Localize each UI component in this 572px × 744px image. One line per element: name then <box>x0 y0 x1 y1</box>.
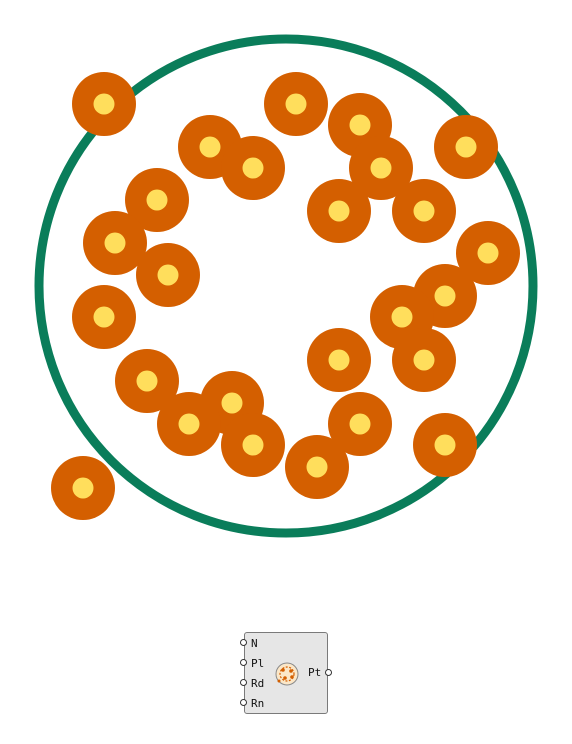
input-label-rn: Rn <box>251 697 265 710</box>
point-marker-inner <box>104 232 126 254</box>
point-marker-inner <box>93 306 115 328</box>
point-marker-inner <box>146 189 168 211</box>
point-marker-inner <box>413 200 435 222</box>
point-marker-inner <box>157 264 179 286</box>
input-grip-pl[interactable] <box>240 659 247 666</box>
point-marker-inner <box>349 413 371 435</box>
input-label-rd: Rd <box>251 677 265 690</box>
point-marker-inner <box>455 136 477 158</box>
point-marker-inner <box>72 477 94 499</box>
input-grip-n[interactable] <box>240 639 247 646</box>
input-grip-rd[interactable] <box>240 679 247 686</box>
point-marker-inner <box>242 434 264 456</box>
point-marker-inner <box>93 93 115 115</box>
input-grip-rn[interactable] <box>240 699 247 706</box>
point-marker-inner <box>434 434 456 456</box>
random-points <box>51 72 520 520</box>
output-label-pt: Pt <box>308 666 322 679</box>
point-marker-inner <box>221 392 243 414</box>
point-marker-inner <box>285 93 307 115</box>
input-label-pl: Pl <box>251 657 265 670</box>
point-marker-inner <box>199 136 221 158</box>
point-marker-inner <box>328 349 350 371</box>
point-marker-inner <box>413 349 435 371</box>
point-marker-inner <box>391 306 413 328</box>
point-marker-inner <box>306 456 328 478</box>
random-points-component[interactable]: N Pl Rd Rn Pt <box>240 632 332 714</box>
point-marker-inner <box>477 242 499 264</box>
point-marker-inner <box>136 370 158 392</box>
point-marker-inner <box>370 157 392 179</box>
output-grip-pt[interactable] <box>325 669 332 676</box>
point-marker-inner <box>349 114 371 136</box>
random-points-in-circle-icon <box>275 662 299 686</box>
point-marker-inner <box>242 157 264 179</box>
point-marker-inner <box>178 413 200 435</box>
input-label-n: N <box>251 637 258 650</box>
point-marker-inner <box>434 285 456 307</box>
point-marker-inner <box>328 200 350 222</box>
